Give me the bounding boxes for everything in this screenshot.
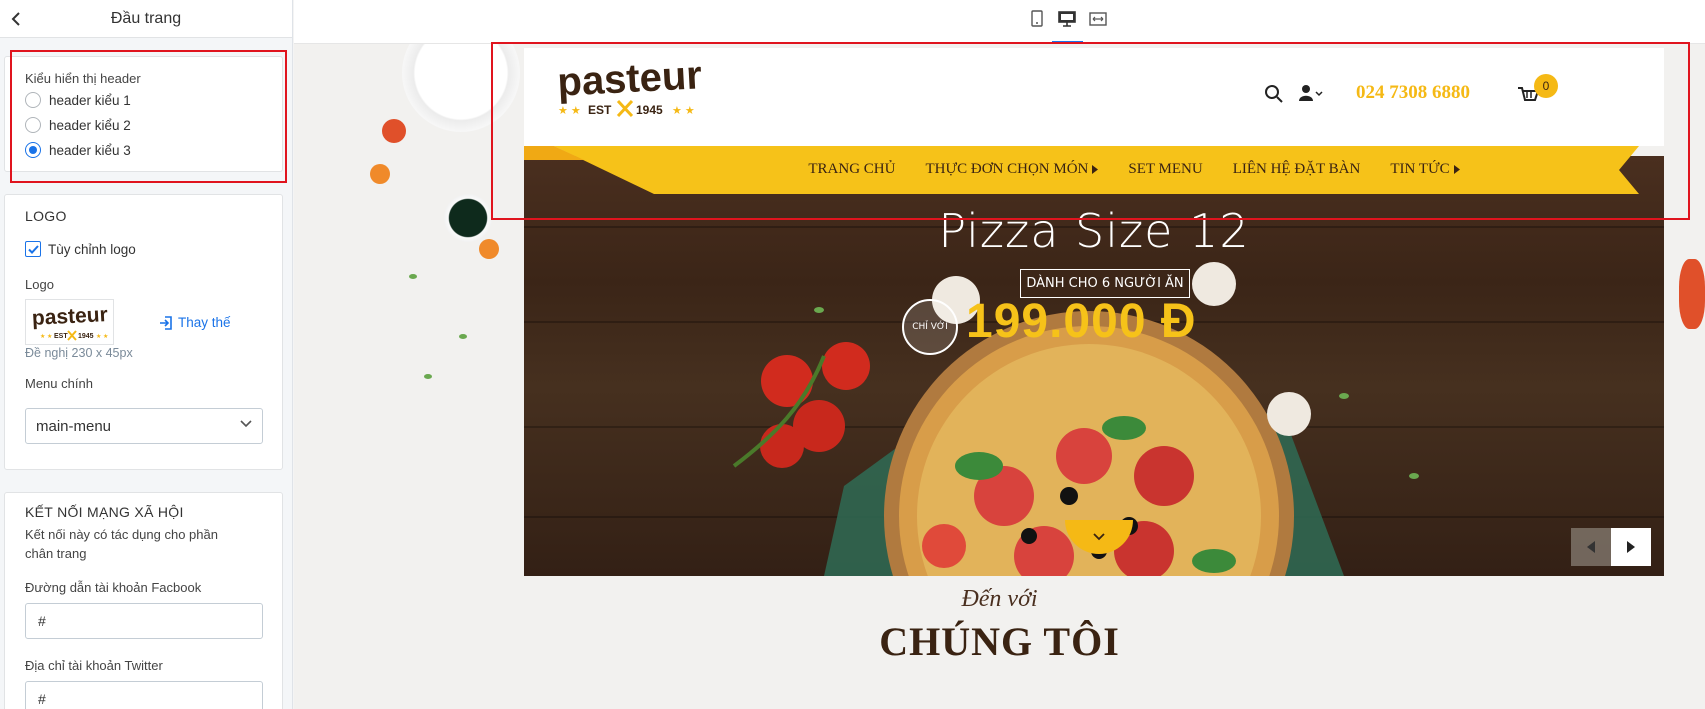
svg-text:★ ★: ★ ★: [96, 333, 108, 340]
svg-text:EST: EST: [588, 103, 612, 117]
replace-logo-link[interactable]: Thay thế: [159, 315, 231, 330]
hero-title: Pizza Size 12: [938, 204, 1250, 258]
hero-circle-label: CHỈ VỚI: [902, 299, 958, 355]
svg-text:pasteur: pasteur: [31, 303, 108, 330]
replace-label: Thay thế: [178, 315, 231, 330]
mobile-icon: [1031, 10, 1043, 27]
radio-header-style-3[interactable]: header kiểu 3: [25, 142, 131, 158]
hero-price: 199.000 Đ: [966, 295, 1197, 348]
radio-label: header kiểu 1: [49, 92, 131, 108]
nav-item-booking[interactable]: LIÊN HỆ ĐẶT BÀN: [1218, 161, 1376, 178]
facebook-input[interactable]: #: [25, 603, 263, 639]
logo-thumbnail[interactable]: pasteur ★ ★ EST 1945 ★ ★: [25, 299, 114, 345]
nav-label: THỰC ĐƠN CHỌN MÓN: [925, 160, 1089, 177]
device-toolbar: [294, 0, 1705, 44]
nav-item-set-menu[interactable]: SET MENU: [1113, 161, 1217, 178]
mobile-view-button[interactable]: [1027, 10, 1047, 28]
svg-text:1945: 1945: [78, 333, 94, 340]
arrow-left-icon: [1587, 541, 1595, 553]
radio-button-selected[interactable]: [25, 142, 41, 158]
pasteur-logo-thumb: pasteur ★ ★ EST 1945 ★ ★: [31, 303, 108, 341]
intro-subtitle: Đến với: [961, 586, 1038, 612]
slider-prev-button[interactable]: [1571, 528, 1611, 566]
svg-text:★ ★: ★ ★: [40, 333, 52, 340]
facebook-label: Đường dẫn tài khoản Facbook: [25, 580, 202, 595]
desktop-view-button[interactable]: [1057, 10, 1077, 28]
main-nav: TRANG CHỦ THỰC ĐƠN CHỌN MÓN SET MENU LIÊ…: [524, 146, 1664, 196]
panel-header: Đầu trang: [0, 0, 292, 38]
user-account-icon[interactable]: [1298, 83, 1324, 103]
select-value: main-menu: [36, 418, 112, 435]
radio-header-style-2[interactable]: header kiểu 2: [25, 117, 131, 133]
decor-leaf: [459, 334, 467, 339]
nav-item-news[interactable]: TIN TỨC: [1375, 161, 1474, 178]
decor-tomato: [479, 239, 499, 259]
radio-button[interactable]: [25, 92, 41, 108]
logo-section-title: LOGO: [25, 208, 67, 224]
decor-plate: [402, 44, 520, 132]
chevron-down-icon: [1093, 533, 1105, 541]
hero-slider: Pizza Size 12 DÀNH CHO 6 NGƯỜI ĂN CHỈ VỚ…: [524, 156, 1664, 576]
decor-tomato: [382, 119, 406, 143]
decor-sauce-bowl: [444, 194, 492, 242]
pasteur-logo[interactable]: pasteur ★ ★ EST 1945 ★ ★: [546, 58, 716, 122]
custom-logo-checkbox[interactable]: Tùy chỉnh logo: [25, 241, 136, 257]
slider-next-button[interactable]: [1611, 528, 1651, 566]
main-menu-select[interactable]: main-menu: [25, 408, 263, 444]
social-description: Kết nối này có tác dụng cho phần chân tr…: [25, 527, 218, 561]
panel-title: Đầu trang: [110, 10, 182, 27]
arrow-right-icon: [1627, 541, 1635, 553]
social-card: KẾT NỐI MẠNG XÃ HỘI Kết nối này có tác d…: [4, 492, 283, 709]
twitter-input[interactable]: #: [25, 681, 263, 709]
svg-text:★ ★: ★ ★: [558, 105, 581, 117]
fullwidth-view-button[interactable]: [1088, 10, 1108, 28]
search-icon[interactable]: [1264, 84, 1284, 104]
logo-label: Logo: [25, 277, 54, 292]
nav-item-home[interactable]: TRANG CHỦ: [793, 161, 910, 178]
header-phone[interactable]: 024 7308 6880: [1356, 82, 1470, 104]
radio-header-style-1[interactable]: header kiểu 1: [25, 92, 131, 108]
chevron-down-icon: [240, 420, 252, 428]
svg-text:1945: 1945: [636, 103, 663, 117]
intro-title: CHÚNG TÔI: [879, 619, 1120, 664]
settings-panel: Đầu trang Kiểu hiển thị header header ki…: [0, 0, 293, 709]
main-menu-label: Menu chính: [25, 376, 93, 391]
radio-label: header kiểu 2: [49, 117, 131, 133]
checkbox-label: Tùy chỉnh logo: [48, 241, 136, 257]
nav-label: SET MENU: [1128, 160, 1203, 177]
site-header: pasteur ★ ★ EST 1945 ★ ★ 024 7308 6880 0: [524, 48, 1664, 146]
nav-label: TIN TỨC: [1390, 160, 1450, 177]
decor-leaf: [409, 274, 417, 279]
desktop-icon: [1058, 11, 1076, 27]
svg-text:★ ★: ★ ★: [672, 105, 695, 117]
radio-label: header kiểu 3: [49, 142, 131, 158]
decor-strawberry: [1679, 259, 1705, 329]
logo-size-hint: Đề nghị 230 x 45px: [25, 346, 133, 360]
nav-item-menu[interactable]: THỰC ĐƠN CHỌN MÓN: [910, 161, 1113, 178]
header-style-card: Kiểu hiển thị header header kiểu 1 heade…: [4, 56, 283, 172]
decor-tomato: [370, 164, 390, 184]
expand-horizontal-icon: [1089, 12, 1107, 26]
site-preview: Pizza Size 12 DÀNH CHO 6 NGƯỜI ĂN CHỈ VỚ…: [294, 44, 1705, 709]
caret-right-icon: [1092, 164, 1099, 174]
caret-right-icon: [1453, 164, 1460, 174]
nav-label: TRANG CHỦ: [808, 160, 896, 177]
twitter-label: Địa chỉ tài khoản Twitter: [25, 658, 163, 673]
replace-icon: [160, 315, 172, 330]
logo-card: LOGO Tùy chỉnh logo Logo pasteur ★ ★ EST…: [4, 194, 283, 470]
cart-count-badge: 0: [1534, 74, 1558, 98]
nav-label: LIÊN HỆ ĐẶT BÀN: [1232, 160, 1361, 177]
svg-text:pasteur: pasteur: [556, 58, 703, 105]
checkbox[interactable]: [25, 241, 41, 257]
header-style-label: Kiểu hiển thị header: [25, 71, 141, 86]
checkmark-icon: [27, 244, 39, 254]
nav-ribbon: TRANG CHỦ THỰC ĐƠN CHỌN MÓN SET MENU LIÊ…: [524, 146, 1664, 196]
social-section-title: KẾT NỐI MẠNG XÃ HỘI: [25, 504, 184, 520]
radio-button[interactable]: [25, 117, 41, 133]
decor-leaf: [424, 374, 432, 379]
svg-text:EST: EST: [54, 333, 68, 340]
